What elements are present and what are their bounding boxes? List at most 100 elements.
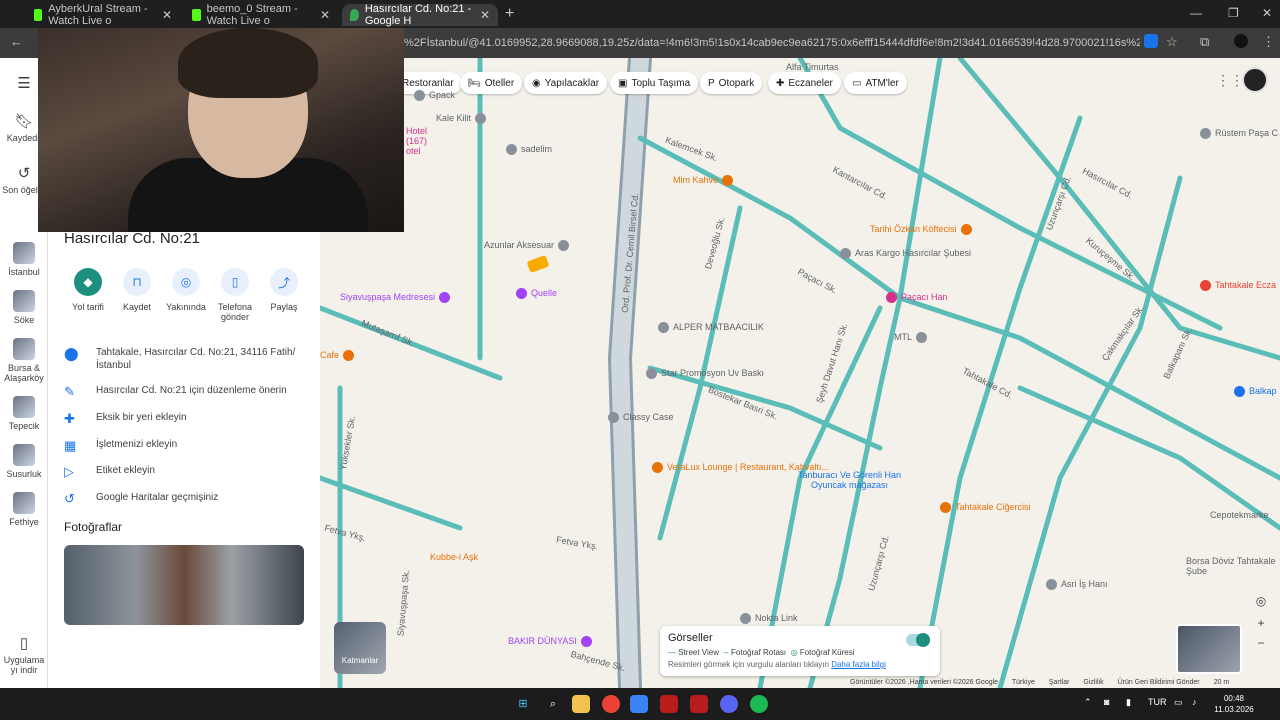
layers-button[interactable]: Katmanlar bbox=[334, 622, 386, 674]
discord-tray-icon[interactable]: ◙ bbox=[1104, 697, 1109, 707]
rail-item-soke[interactable]: Söke bbox=[0, 290, 48, 325]
poi-marker[interactable]: MTL bbox=[894, 332, 931, 344]
poi-marker[interactable]: BAKIR DÜNYASI bbox=[508, 636, 596, 648]
poi-marker[interactable]: Cepotekmarke bbox=[1210, 510, 1269, 520]
share-button[interactable]: ⤴ Paylaş bbox=[260, 268, 308, 322]
chrome-icon[interactable] bbox=[602, 695, 620, 713]
discord-icon[interactable] bbox=[720, 695, 738, 713]
chip-hotels[interactable]: 🛏︎ Oteller bbox=[460, 72, 523, 94]
chip-things-to-do[interactable]: ◉ Yapılacaklar bbox=[524, 72, 608, 94]
poi-marker[interactable]: Asri İş Hanı bbox=[1046, 579, 1108, 591]
region-link[interactable]: Türkiye bbox=[1012, 679, 1035, 686]
new-tab-button[interactable]: + bbox=[505, 5, 514, 23]
file-explorer-icon[interactable] bbox=[572, 695, 590, 713]
poi-marker[interactable]: Tarihi Özkan Köftecisi bbox=[870, 224, 976, 236]
poi-marker[interactable]: Tahtakale Ciğercisi bbox=[940, 502, 1031, 514]
poi-marker[interactable]: Paçacı Han bbox=[886, 292, 948, 304]
suggest-edit-row[interactable]: ✎ Hasırcılar Cd. No:21 için düzenleme öne… bbox=[64, 384, 314, 400]
chip-transit[interactable]: ▣ Toplu Taşıma bbox=[610, 72, 699, 94]
tab-beemo[interactable]: beemo_0 Stream - Watch Live o ✕ bbox=[184, 3, 338, 27]
poi-marker[interactable]: Quelle bbox=[516, 288, 557, 300]
download-app-button[interactable]: ▯ Uygulama yı indir bbox=[0, 634, 48, 675]
profile-avatar[interactable] bbox=[1234, 34, 1248, 48]
extensions-icon[interactable]: ⧉ bbox=[1200, 34, 1209, 50]
poi-marker[interactable]: Kale Kilit bbox=[436, 113, 490, 125]
add-business-row[interactable]: ▦ İşletmenizi ekleyin bbox=[64, 438, 314, 454]
poi-marker[interactable]: Tanburacı Ve Görenli Han Oyuncak mağazası bbox=[798, 470, 901, 490]
privacy-link[interactable]: Gizlilik bbox=[1083, 679, 1103, 686]
my-location-button[interactable]: ◎ bbox=[1250, 594, 1272, 612]
windows-start-icon[interactable]: ⊞ bbox=[514, 695, 532, 713]
network-icon[interactable]: ▭ bbox=[1174, 697, 1183, 708]
poi-marker[interactable]: Azunlar Aksesuar bbox=[484, 240, 573, 252]
account-avatar[interactable] bbox=[1242, 67, 1268, 93]
rail-item-fethiye[interactable]: Fethiye bbox=[0, 492, 48, 527]
poi-marker[interactable]: Mim Kahve bbox=[673, 175, 737, 187]
poi-marker[interactable]: Rüstem Paşa C bbox=[1200, 128, 1278, 140]
spotify-icon[interactable] bbox=[750, 695, 768, 713]
app-icon[interactable] bbox=[660, 695, 678, 713]
poi-marker[interactable]: Balkap bbox=[1234, 386, 1277, 398]
poi-marker[interactable]: Hotel (167) otel bbox=[406, 126, 427, 156]
poi-marker[interactable]: Star Promosyon Uv Baskı bbox=[646, 368, 764, 380]
imagery-toggle[interactable] bbox=[906, 633, 930, 647]
poi-marker[interactable]: ALPER MATBAACILIK bbox=[658, 322, 764, 334]
tray-overflow-icon[interactable]: ⌃ bbox=[1084, 697, 1092, 708]
poi-marker[interactable]: Alfa Timurtas bbox=[786, 62, 839, 72]
poi-marker[interactable]: Siyavuşpaşa Medresesi bbox=[340, 292, 454, 304]
map-canvas[interactable]: Restoranlar 🛏︎ Oteller ◉ Yapılacaklar ▣ Top… bbox=[320, 58, 1280, 688]
maps-history-row[interactable]: ↺ Google Haritalar geçmişiniz bbox=[64, 491, 314, 507]
poi-marker[interactable]: sadelim bbox=[506, 144, 552, 156]
street-view-thumbnail[interactable] bbox=[1176, 624, 1242, 674]
nearby-button[interactable]: ◎ Yakınında bbox=[162, 268, 210, 322]
address-row[interactable]: ⬤ Tahtakale, Hasırcılar Cd. No:21, 34116 … bbox=[64, 346, 314, 372]
poi-marker[interactable]: Kubbe-i Aşk bbox=[430, 552, 478, 562]
install-app-icon[interactable] bbox=[1144, 34, 1158, 48]
poi-marker[interactable]: Classy Case bbox=[608, 412, 674, 424]
poi-marker[interactable]: Aras Kargo Hasırcılar Şubesi bbox=[840, 248, 971, 260]
close-icon[interactable]: ✕ bbox=[162, 8, 172, 22]
poi-marker[interactable]: Nokta Link bbox=[740, 613, 798, 625]
add-label-row[interactable]: ▷ Etiket ekleyin bbox=[64, 464, 314, 480]
directions-button[interactable]: ◆ Yol tarifi bbox=[64, 268, 112, 322]
app-icon[interactable] bbox=[690, 695, 708, 713]
close-window-icon[interactable]: ✕ bbox=[1262, 6, 1272, 20]
close-icon[interactable]: ✕ bbox=[320, 8, 330, 22]
rail-item-istanbul[interactable]: İstanbul bbox=[0, 242, 48, 277]
menu-icon[interactable]: ⋮ bbox=[1262, 34, 1275, 50]
rail-item-susurluk[interactable]: Susurluk bbox=[0, 444, 48, 479]
send-to-phone-button[interactable]: ▯ Telefona gönder bbox=[211, 268, 259, 322]
add-place-row[interactable]: ✚ Eksik bir yeri ekleyin bbox=[64, 411, 314, 427]
tab-google-maps[interactable]: Hasırcılar Cd. No:21 - Google H ✕ bbox=[342, 3, 498, 27]
language-indicator[interactable]: TUR bbox=[1148, 697, 1167, 707]
minimize-icon[interactable]: — bbox=[1190, 6, 1202, 20]
tab-ayberkural[interactable]: AyberkUral Stream - Watch Live o ✕ bbox=[26, 3, 180, 27]
chip-pharmacies[interactable]: ✚ Eczaneler bbox=[768, 72, 841, 94]
poi-marker[interactable]: Cafe bbox=[320, 350, 358, 362]
close-icon[interactable]: ✕ bbox=[480, 8, 490, 22]
learn-more-link[interactable]: Daha fazla bilgi bbox=[831, 660, 886, 669]
place-photo[interactable] bbox=[64, 545, 304, 625]
poi-marker[interactable]: Tahtakale Ecza bbox=[1200, 280, 1276, 292]
terms-link[interactable]: Şartlar bbox=[1049, 679, 1070, 686]
zoom-out-button[interactable]: − bbox=[1250, 636, 1272, 654]
bookmark-star-icon[interactable]: ☆ bbox=[1166, 34, 1178, 50]
rail-item-bursa[interactable]: Bursa & Alaşarköy bbox=[0, 338, 48, 383]
imagery-title: Görseller bbox=[668, 632, 713, 644]
taskbar-clock[interactable]: 00:48 11.03.2026 bbox=[1214, 693, 1254, 715]
chip-atms[interactable]: ▭ ATM'ler bbox=[844, 72, 907, 94]
save-button[interactable]: ⊓ Kaydet bbox=[113, 268, 161, 322]
rail-item-tepecik[interactable]: Tepecik bbox=[0, 396, 48, 431]
zoom-in-button[interactable]: + bbox=[1250, 616, 1272, 634]
mic-icon[interactable]: ▮ bbox=[1126, 697, 1131, 708]
feedback-link[interactable]: Ürün Geri Bildirimi Gönder bbox=[1118, 679, 1200, 686]
poi-marker[interactable]: Gpack bbox=[414, 90, 455, 102]
address-bar[interactable]: %2Fİstanbul/@41.0169952,28.9669088,19.25… bbox=[404, 31, 1140, 55]
photos-icon[interactable] bbox=[630, 695, 648, 713]
search-icon[interactable]: ⌕ bbox=[544, 695, 562, 713]
back-icon[interactable]: ← bbox=[10, 34, 23, 49]
maximize-icon[interactable]: ❐ bbox=[1228, 6, 1239, 20]
poi-marker[interactable]: Borsa Döviz Tahtakale Şube bbox=[1186, 556, 1280, 576]
chip-parking[interactable]: P Otopark bbox=[700, 72, 763, 94]
volume-icon[interactable]: ♪ bbox=[1192, 697, 1197, 707]
